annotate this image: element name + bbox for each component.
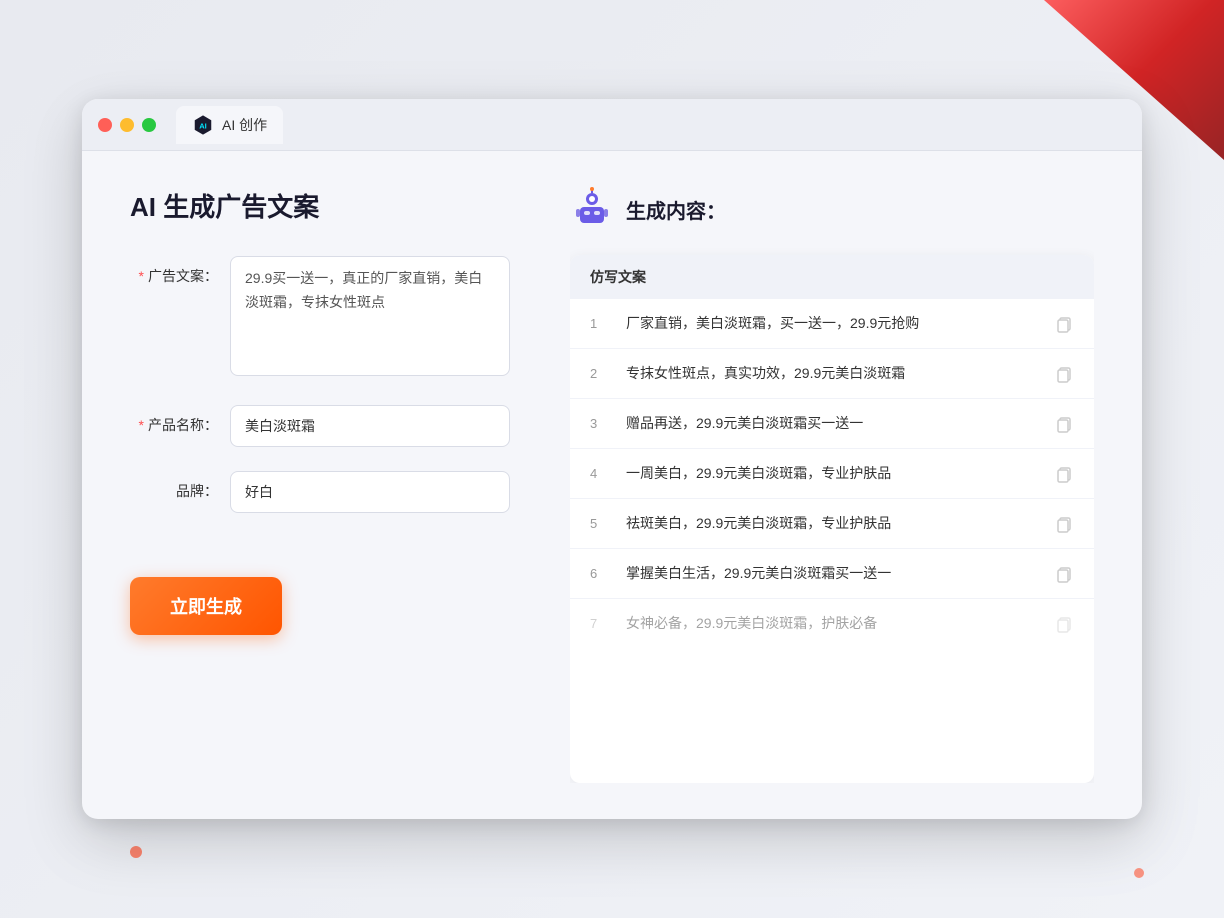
row-text-3: 赠品再送，29.9元美白淡斑霜买一送一	[626, 413, 1038, 434]
row-text-6: 掌握美白生活，29.9元美白淡斑霜买一送一	[626, 563, 1038, 584]
results-table: 仿写文案 1 厂家直销，美白淡斑霜，买一送一，29.9元抢购 2 专抹女性斑点，…	[570, 255, 1094, 783]
ad-copy-label: *广告文案：	[130, 256, 218, 286]
table-row: 1 厂家直销，美白淡斑霜，买一送一，29.9元抢购	[570, 299, 1094, 349]
ad-copy-textarea[interactable]: 29.9买一送一，真正的厂家直销，美白淡斑霜，专抹女性斑点	[230, 256, 510, 376]
decorative-dot-bl	[130, 846, 142, 858]
brand-input-wrap	[230, 471, 510, 513]
row-text-2: 专抹女性斑点，真实功效，29.9元美白淡斑霜	[626, 363, 1038, 384]
ad-copy-input-wrap: 29.9买一送一，真正的厂家直销，美白淡斑霜，专抹女性斑点	[230, 256, 510, 381]
right-panel: 生成内容： 仿写文案 1 厂家直销，美白淡斑霜，买一送一，29.9元抢购 2 专…	[570, 187, 1094, 783]
decorative-dot-br	[1134, 868, 1144, 878]
tab-label: AI 创作	[222, 115, 267, 135]
row-num-1: 1	[590, 316, 610, 331]
copy-icon-3[interactable]	[1054, 414, 1074, 434]
ad-copy-row: *广告文案： 29.9买一送一，真正的厂家直销，美白淡斑霜，专抹女性斑点	[130, 256, 510, 381]
table-header: 仿写文案	[570, 255, 1094, 299]
browser-window: AI AI 创作 AI 生成广告文案 *广告文案： 29.9买一送一，真正的厂家…	[82, 99, 1142, 819]
brand-row: 品牌：	[130, 471, 510, 513]
robot-icon	[570, 187, 614, 231]
svg-text:AI: AI	[199, 121, 207, 130]
copy-icon-7[interactable]	[1054, 614, 1074, 634]
copy-icon-2[interactable]	[1054, 364, 1074, 384]
row-num-5: 5	[590, 516, 610, 531]
table-row-faded: 7 女神必备，29.9元美白淡斑霜，护肤必备	[570, 599, 1094, 648]
product-name-input-wrap	[230, 405, 510, 447]
row-num-7: 7	[590, 616, 610, 631]
required-star-ad: *	[139, 268, 144, 284]
product-name-row: *产品名称：	[130, 405, 510, 447]
copy-icon-1[interactable]	[1054, 314, 1074, 334]
table-row: 2 专抹女性斑点，真实功效，29.9元美白淡斑霜	[570, 349, 1094, 399]
copy-icon-5[interactable]	[1054, 514, 1074, 534]
product-name-label: *产品名称：	[130, 405, 218, 435]
copy-icon-6[interactable]	[1054, 564, 1074, 584]
copy-icon-4[interactable]	[1054, 464, 1074, 484]
ai-tab-icon: AI	[192, 114, 214, 136]
page-title: AI 生成广告文案	[130, 187, 510, 224]
title-bar: AI AI 创作	[82, 99, 1142, 151]
brand-label: 品牌：	[130, 471, 218, 501]
main-content: AI 生成广告文案 *广告文案： 29.9买一送一，真正的厂家直销，美白淡斑霜，…	[82, 151, 1142, 819]
traffic-lights	[98, 118, 156, 132]
close-button[interactable]	[98, 118, 112, 132]
row-num-2: 2	[590, 366, 610, 381]
results-title: 生成内容：	[626, 195, 726, 224]
table-row: 3 赠品再送，29.9元美白淡斑霜买一送一	[570, 399, 1094, 449]
row-num-4: 4	[590, 466, 610, 481]
maximize-button[interactable]	[142, 118, 156, 132]
row-text-7: 女神必备，29.9元美白淡斑霜，护肤必备	[626, 613, 1038, 634]
table-row: 6 掌握美白生活，29.9元美白淡斑霜买一送一	[570, 549, 1094, 599]
table-row: 5 祛斑美白，29.9元美白淡斑霜，专业护肤品	[570, 499, 1094, 549]
required-star-product: *	[139, 417, 144, 433]
results-header: 生成内容：	[570, 187, 1094, 231]
brand-input[interactable]	[230, 471, 510, 513]
product-name-input[interactable]	[230, 405, 510, 447]
table-row: 4 一周美白，29.9元美白淡斑霜，专业护肤品	[570, 449, 1094, 499]
ai-creation-tab[interactable]: AI AI 创作	[176, 106, 283, 144]
row-text-5: 祛斑美白，29.9元美白淡斑霜，专业护肤品	[626, 513, 1038, 534]
generate-button[interactable]: 立即生成	[130, 577, 282, 635]
minimize-button[interactable]	[120, 118, 134, 132]
row-text-4: 一周美白，29.9元美白淡斑霜，专业护肤品	[626, 463, 1038, 484]
row-text-1: 厂家直销，美白淡斑霜，买一送一，29.9元抢购	[626, 313, 1038, 334]
row-num-3: 3	[590, 416, 610, 431]
left-panel: AI 生成广告文案 *广告文案： 29.9买一送一，真正的厂家直销，美白淡斑霜，…	[130, 187, 510, 783]
row-num-6: 6	[590, 566, 610, 581]
